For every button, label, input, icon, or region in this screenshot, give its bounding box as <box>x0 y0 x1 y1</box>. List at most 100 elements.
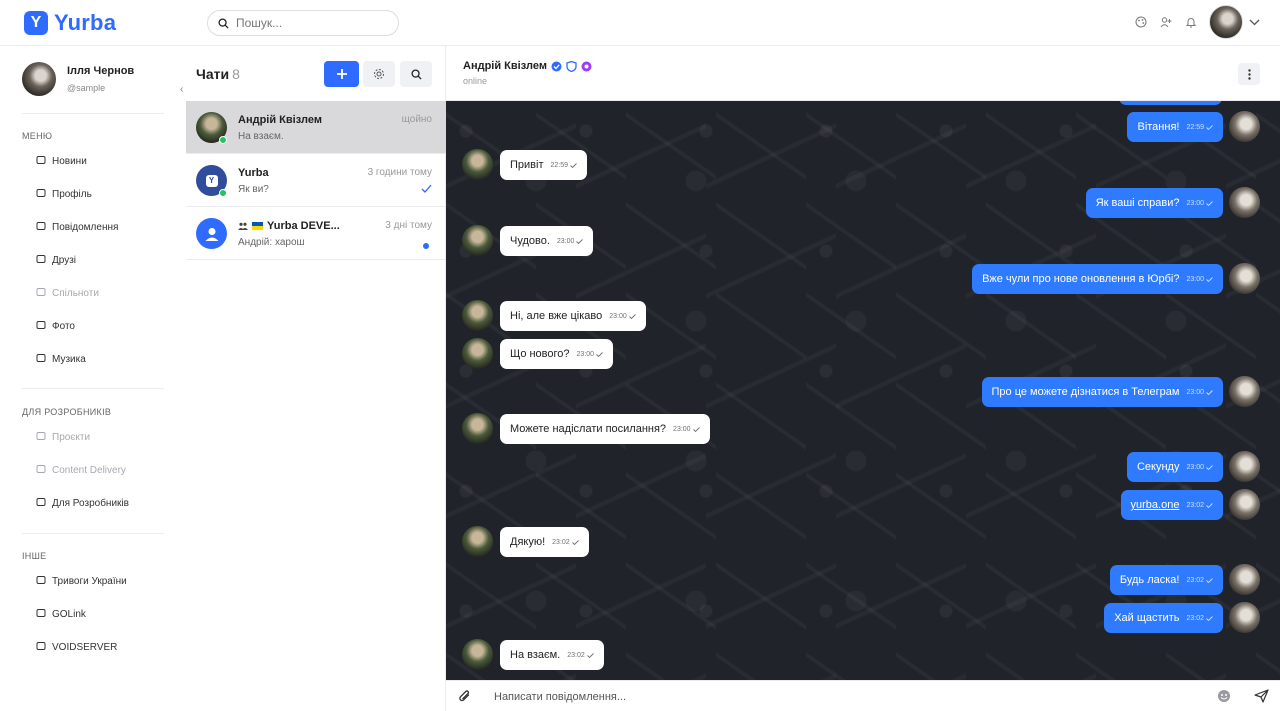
message-bubble[interactable]: Про це можете дізнатися в Телеграм 23:00 <box>981 377 1223 407</box>
sidebar-item[interactable]: Для Розробників <box>36 497 129 510</box>
chat-name: Андрій Квізлем <box>238 114 322 126</box>
chat-time: щойно <box>401 114 432 125</box>
message-avatar[interactable] <box>462 413 493 444</box>
top-bar: Y Yurba <box>0 0 1280 46</box>
message-time: 23:00 <box>1186 389 1213 396</box>
message-bubble[interactable]: Можете надіслати посилання? 23:00 <box>500 414 710 444</box>
message-bubble[interactable]: Ні, але вже цікаво 23:00 <box>500 301 646 331</box>
chat-preview: Андрій: харош <box>238 237 305 248</box>
message-time-text: 23:02 <box>552 538 570 546</box>
chat-preview: Як ви? <box>238 184 269 195</box>
sidebar-item[interactable]: Тривоги України <box>36 575 127 588</box>
message-avatar[interactable] <box>462 338 493 369</box>
message-avatar[interactable] <box>462 526 493 557</box>
sidebar-item-label: Спільноти <box>52 288 99 299</box>
chevron-down-icon[interactable] <box>1249 13 1260 31</box>
sidebar-item[interactable]: Музика <box>36 353 86 366</box>
chat-search-button[interactable] <box>400 61 432 87</box>
message-avatar[interactable] <box>1229 451 1260 482</box>
sidebar-item[interactable]: GOLink <box>36 608 86 621</box>
sent-check-icon <box>596 351 603 357</box>
sidebar-item[interactable]: Профіль <box>36 188 92 201</box>
message-area[interactable]: Вітання! 22:59 Привіт 22:59 Як ваші справи? 2… <box>446 101 1280 680</box>
message-bubble[interactable]: Вже чули про нове оновлення в Юрбі? 23:00 <box>972 264 1223 294</box>
message-bubble[interactable]: yurba.one 23:02 <box>1120 490 1223 520</box>
message-text: Привіт <box>510 159 544 171</box>
message-avatar[interactable] <box>462 639 493 670</box>
kebab-menu-icon <box>1247 68 1251 80</box>
message-bubble[interactable]: На взаєм. 23:02 <box>500 640 604 670</box>
message-link[interactable]: yurba.one <box>1131 499 1180 511</box>
gear-icon <box>374 69 384 79</box>
message-time: 23:02 <box>567 652 594 659</box>
message-avatar[interactable] <box>1229 489 1260 520</box>
more-options-button[interactable] <box>1238 63 1260 85</box>
message-avatar[interactable] <box>1229 602 1260 633</box>
sidebar-item[interactable]: Проєкти <box>36 431 90 444</box>
account-avatar[interactable] <box>1209 5 1243 39</box>
emoji-icon[interactable] <box>1217 689 1231 703</box>
message-bubble[interactable]: Будь ласка! 23:02 <box>1109 565 1223 595</box>
logo[interactable]: Y Yurba <box>24 10 116 36</box>
message-avatar[interactable] <box>462 300 493 331</box>
message-input[interactable] <box>494 687 1094 707</box>
sent-check-icon <box>576 238 584 244</box>
message-text: Дякую! <box>510 536 546 548</box>
collapse-sidebar-icon[interactable]: ‹ <box>180 84 183 95</box>
sidebar-item[interactable]: Новини <box>36 155 87 168</box>
photo-icon <box>36 320 46 333</box>
communities-icon <box>36 287 46 300</box>
sent-check-icon <box>586 652 594 658</box>
sidebar-item[interactable]: Повідомлення <box>36 221 118 234</box>
search-box[interactable] <box>207 10 399 36</box>
sidebar-item[interactable]: Content Delivery <box>36 464 126 477</box>
send-icon[interactable] <box>1254 689 1269 703</box>
avatar <box>22 62 56 96</box>
search-input[interactable] <box>236 16 386 30</box>
message-avatar[interactable] <box>1229 564 1260 595</box>
palette-icon[interactable] <box>1134 16 1147 29</box>
message-bubble[interactable]: Секунду 23:00 <box>1126 452 1223 482</box>
message-time: 23:02 <box>1186 615 1213 622</box>
message-bubble[interactable]: Як ваші справи? 23:00 <box>1085 188 1223 218</box>
message-text: На взаєм. <box>510 649 561 661</box>
message-avatar[interactable] <box>1229 187 1260 218</box>
message-text: Вітання! <box>1137 121 1180 133</box>
friends-icon <box>36 254 46 267</box>
message-bubble[interactable]: Що нового? 23:00 <box>500 339 614 369</box>
sent-check-icon <box>1206 124 1213 130</box>
chat-row[interactable]: Андрій Квізлем щойно На взаєм. <box>186 101 446 154</box>
golink-icon <box>36 608 46 621</box>
add-friend-icon[interactable] <box>1159 16 1172 29</box>
message-avatar[interactable] <box>1229 111 1260 142</box>
section-title-menu: МЕНЮ <box>22 131 53 141</box>
search-icon <box>218 17 229 29</box>
sidebar-item[interactable]: VOIDSERVER <box>36 641 117 654</box>
message-avatar[interactable] <box>1229 263 1260 294</box>
bell-icon[interactable] <box>1184 16 1197 29</box>
chat-time: 3 дні тому <box>385 220 432 231</box>
sidebar-item[interactable]: Друзі <box>36 254 76 267</box>
message-bubble[interactable]: Вітання! 22:59 <box>1127 112 1223 142</box>
profile-card[interactable]: Ілля Чернов @sample <box>22 62 134 96</box>
sidebar-item[interactable]: Фото <box>36 320 75 333</box>
conversation-name: Андрій Квізлем <box>463 60 547 72</box>
message-avatar[interactable] <box>462 225 493 256</box>
message-bubble[interactable]: Дякую! 23:02 <box>500 527 589 557</box>
message-avatar[interactable] <box>1229 376 1260 407</box>
sidebar-item-label: Фото <box>52 321 75 332</box>
conversation-title[interactable]: Андрій Квізлем <box>463 60 592 72</box>
message-bubble[interactable]: Хай щастить 23:02 <box>1104 603 1223 633</box>
unread-indicator <box>423 243 429 249</box>
message-bubble[interactable]: Привіт 22:59 <box>500 150 588 180</box>
sent-check-icon <box>1206 502 1213 508</box>
message-text: Чудово. <box>510 235 550 247</box>
message-avatar[interactable] <box>462 149 493 180</box>
message-bubble[interactable]: Чудово. 23:00 <box>500 226 594 256</box>
chat-row[interactable]: Yurba DEVE... 3 дні тому Андрій: харош <box>186 207 446 260</box>
chat-settings-button[interactable] <box>363 61 395 87</box>
attach-icon[interactable] <box>458 689 472 704</box>
chat-row[interactable]: Y Yurba 3 години тому Як ви? <box>186 154 446 207</box>
new-chat-button[interactable] <box>324 61 359 87</box>
sidebar-item[interactable]: Спільноти <box>36 287 99 300</box>
